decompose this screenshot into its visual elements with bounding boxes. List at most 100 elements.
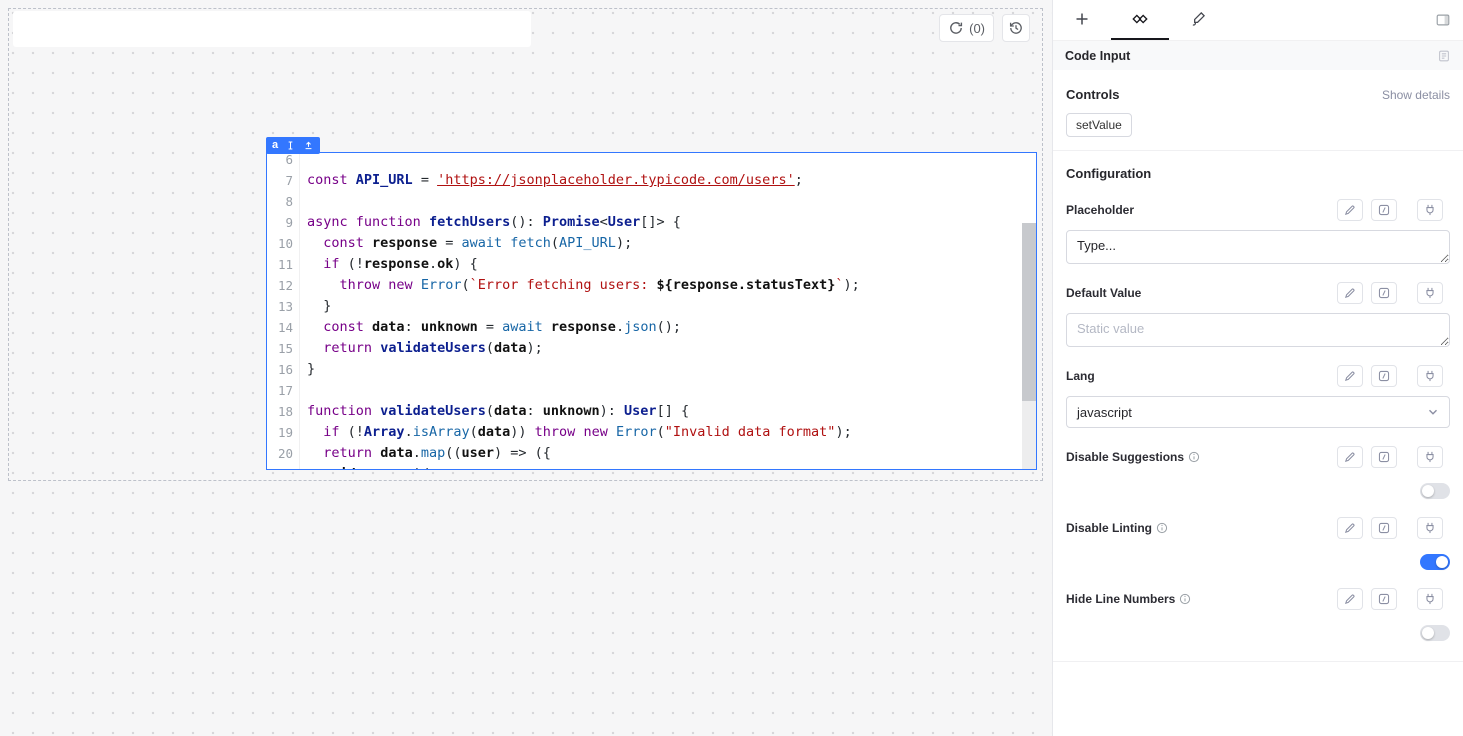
- bind-default-value-button[interactable]: [1371, 282, 1397, 304]
- info-icon[interactable]: [1179, 593, 1191, 605]
- property-disable-linting: Disable Linting: [1066, 516, 1450, 570]
- canvas-toolbar: (0): [939, 14, 1030, 42]
- code-line: 17: [267, 380, 1022, 401]
- code-text: }: [300, 359, 315, 380]
- inspector-tabs: [1053, 0, 1463, 41]
- bind-disable-linting-button[interactable]: [1371, 517, 1397, 539]
- code-line: 16}: [267, 359, 1022, 380]
- binding-icon: [1377, 286, 1391, 300]
- panel-layout-icon: [1435, 12, 1451, 28]
- code-line: 6: [267, 152, 1022, 170]
- hide-line-numbers-label: Hide Line Numbers: [1066, 592, 1191, 606]
- refresh-queries-button[interactable]: (0): [939, 14, 994, 42]
- pencil-icon: [1343, 592, 1357, 606]
- canvas[interactable]: (0) a 67const API_URL = 'https://jsonpla…: [0, 0, 1052, 736]
- line-number: 14: [267, 317, 300, 338]
- code-text: throw new Error(`Error fetching users: $…: [300, 275, 860, 296]
- placeholder-input[interactable]: [1066, 230, 1450, 264]
- docs-button[interactable]: [1437, 49, 1451, 63]
- info-icon[interactable]: [1156, 522, 1168, 534]
- property-hide-line-numbers: Hide Line Numbers: [1066, 587, 1450, 641]
- code-text: function validateUsers(data: unknown): U…: [300, 401, 689, 422]
- pencil-icon: [1343, 521, 1357, 535]
- bind-hide-line-numbers-button[interactable]: [1371, 588, 1397, 610]
- move-up-icon[interactable]: [303, 140, 314, 151]
- tab-insert[interactable]: [1053, 0, 1111, 40]
- line-number: 12: [267, 275, 300, 296]
- connect-lang-button[interactable]: [1417, 365, 1443, 387]
- pencil-icon: [1343, 369, 1357, 383]
- divider: [1053, 661, 1463, 662]
- line-number: 19: [267, 422, 300, 443]
- code-line: 21 id: user.id,: [267, 464, 1022, 470]
- edit-default-value-button[interactable]: [1337, 282, 1363, 304]
- connect-hide-line-numbers-button[interactable]: [1417, 588, 1443, 610]
- history-button[interactable]: [1002, 14, 1030, 42]
- code-input-widget[interactable]: 67const API_URL = 'https://jsonplacehold…: [266, 152, 1037, 470]
- divider: [1053, 150, 1463, 151]
- scrollbar-thumb[interactable]: [1022, 223, 1036, 401]
- canvas-header-block[interactable]: [13, 11, 531, 47]
- code-text: if (!response.ok) {: [300, 254, 478, 275]
- connect-default-value-button[interactable]: [1417, 282, 1443, 304]
- edit-lang-button[interactable]: [1337, 365, 1363, 387]
- code-text: if (!Array.isArray(data)) throw new Erro…: [300, 422, 852, 443]
- code-line: 18function validateUsers(data: unknown):…: [267, 401, 1022, 422]
- text-cursor-icon[interactable]: [285, 140, 296, 151]
- connect-disable-linting-button[interactable]: [1417, 517, 1443, 539]
- binding-icon: [1377, 369, 1391, 383]
- connect-placeholder-button[interactable]: [1417, 199, 1443, 221]
- line-number: 13: [267, 296, 300, 317]
- binding-icon: [1377, 203, 1391, 217]
- disable-suggestions-toggle[interactable]: [1420, 483, 1450, 499]
- property-placeholder: Placeholder: [1066, 198, 1450, 264]
- method-chip-setValue[interactable]: setValue: [1066, 113, 1132, 137]
- bind-lang-button[interactable]: [1371, 365, 1397, 387]
- tab-style[interactable]: [1169, 0, 1227, 40]
- edit-hide-line-numbers-button[interactable]: [1337, 588, 1363, 610]
- line-number: 11: [267, 254, 300, 275]
- line-number: 16: [267, 359, 300, 380]
- hide-line-numbers-toggle[interactable]: [1420, 625, 1450, 641]
- tab-component[interactable]: [1111, 0, 1169, 40]
- code-text: const API_URL = 'https://jsonplaceholder…: [300, 170, 803, 191]
- code-line: 9async function fetchUsers(): Promise<Us…: [267, 212, 1022, 233]
- widget-name-badge[interactable]: a: [272, 140, 278, 151]
- line-number: 17: [267, 380, 300, 401]
- edit-disable-linting-button[interactable]: [1337, 517, 1363, 539]
- toggle-knob: [1422, 627, 1434, 639]
- edit-disable-suggestions-button[interactable]: [1337, 446, 1363, 468]
- property-lang: Langjavascript: [1066, 364, 1450, 428]
- collapse-panel-button[interactable]: [1435, 12, 1451, 28]
- bind-disable-suggestions-button[interactable]: [1371, 446, 1397, 468]
- plug-icon: [1423, 369, 1437, 383]
- selected-component-title: Code Input: [1065, 49, 1130, 63]
- code-text: [300, 191, 307, 212]
- info-icon[interactable]: [1188, 451, 1200, 463]
- disable-linting-toggle[interactable]: [1420, 554, 1450, 570]
- code-text: async function fetchUsers(): Promise<Use…: [300, 212, 681, 233]
- connect-disable-suggestions-button[interactable]: [1417, 446, 1443, 468]
- bind-placeholder-button[interactable]: [1371, 199, 1397, 221]
- lang-select[interactable]: javascript: [1066, 396, 1450, 428]
- query-count-label: (0): [969, 21, 985, 36]
- lang-select-value: javascript: [1077, 405, 1132, 420]
- panel-header: Code Input: [1053, 41, 1463, 70]
- placeholder-label: Placeholder: [1066, 203, 1134, 217]
- code-text: const data: unknown = await response.jso…: [300, 317, 681, 338]
- code-text: [300, 380, 307, 401]
- edit-placeholder-button[interactable]: [1337, 199, 1363, 221]
- line-number: 15: [267, 338, 300, 359]
- property-default-value: Default Value: [1066, 281, 1450, 347]
- show-details-button[interactable]: Show details: [1382, 88, 1450, 102]
- line-number: 8: [267, 191, 300, 212]
- plus-icon: [1073, 10, 1091, 28]
- pencil-icon: [1343, 203, 1357, 217]
- code-line: 14 const data: unknown = await response.…: [267, 317, 1022, 338]
- controls-section: Controls Show details setValue: [1053, 87, 1463, 137]
- disable-suggestions-label: Disable Suggestions: [1066, 450, 1200, 464]
- code-line: 20 return data.map((user) => ({: [267, 443, 1022, 464]
- disable-linting-label: Disable Linting: [1066, 521, 1168, 535]
- history-icon: [1008, 20, 1024, 36]
- default-value-input[interactable]: [1066, 313, 1450, 347]
